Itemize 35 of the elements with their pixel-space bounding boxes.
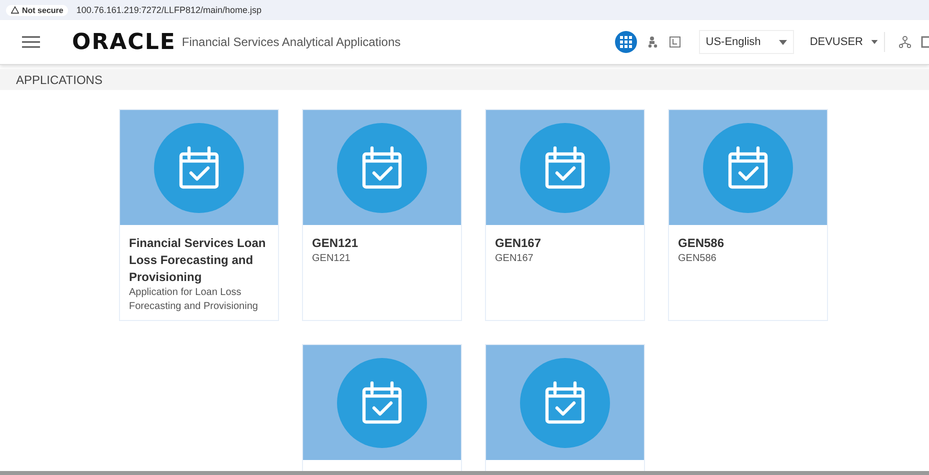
security-label: Not secure	[22, 6, 64, 14]
calendar-check-icon	[545, 146, 585, 190]
application-card[interactable]: GEN121 GEN121	[302, 109, 462, 321]
person-icon[interactable]	[646, 36, 659, 48]
card-description: GEN121	[312, 252, 352, 266]
card-title: GEN586	[678, 235, 726, 252]
security-indicator[interactable]: Not secure	[6, 4, 68, 16]
card-title: GEN167	[495, 235, 542, 252]
book-icon[interactable]	[668, 36, 681, 48]
menu-icon[interactable]	[22, 36, 40, 48]
calendar-check-icon	[362, 380, 402, 424]
section-title: APPLICATIONS	[16, 72, 102, 86]
logo: ORACLE	[72, 30, 176, 54]
card-description: GEN586	[678, 252, 718, 266]
product-name: Financial Services Analytical Applications	[182, 35, 401, 49]
application-card[interactable]: GEN586 GEN586	[668, 109, 828, 321]
calendar-check-icon	[179, 146, 219, 190]
card-title: Financial Services Loan Loss Forecasting and Provisioning	[129, 235, 267, 286]
calendar-check-icon	[545, 380, 585, 424]
hierarchy-icon[interactable]	[899, 36, 911, 48]
caret-icon	[778, 40, 787, 44]
warning-icon	[11, 6, 19, 14]
calendar-check-icon	[362, 146, 402, 190]
applications-button[interactable]	[614, 31, 637, 53]
url-text[interactable]: 100.76.161.219:7272/LLFP812/main/home.jsp	[76, 5, 262, 15]
user-menu[interactable]: DEVUSER	[804, 32, 885, 52]
grid-icon	[620, 36, 632, 48]
language-dropdown[interactable]: US-English	[698, 30, 794, 54]
caret-icon	[871, 40, 878, 44]
application-card[interactable]: Financial Services Loan Loss Forecasting and Provisioning Application for Loan Loss Forecasting and Provisioning	[119, 109, 279, 321]
card-description: GEN167	[495, 252, 534, 266]
card-description: Application for Loan Loss Forecasting and Provisioning	[129, 286, 259, 314]
calendar-check-icon	[728, 146, 768, 190]
card-title: GEN121	[312, 235, 360, 252]
application-card[interactable]: GEN167 GEN167	[485, 109, 645, 321]
